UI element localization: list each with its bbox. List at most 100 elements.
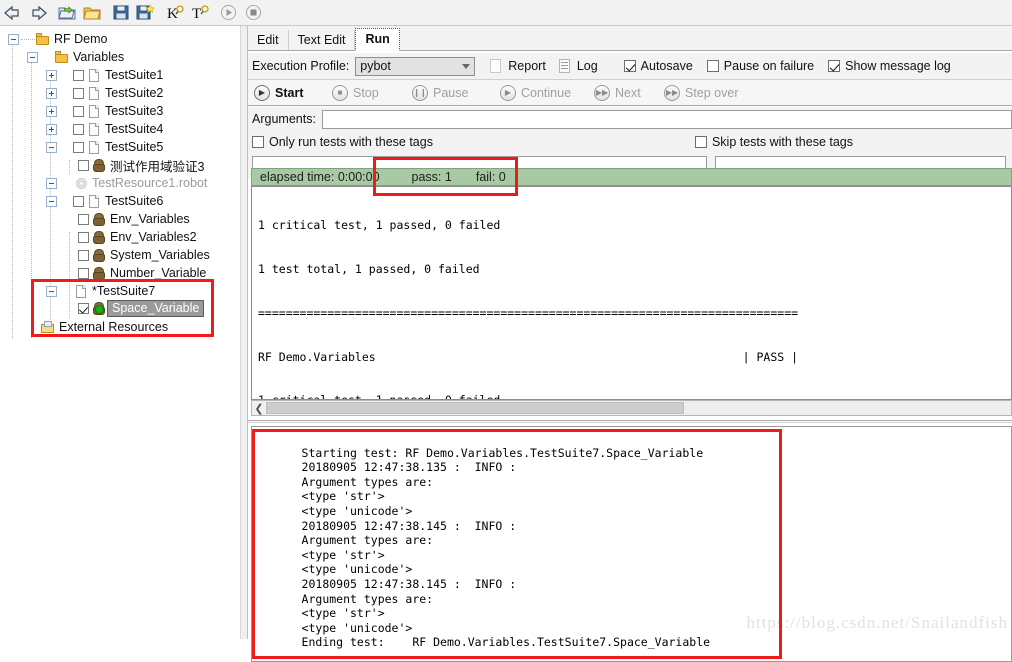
open-file-icon[interactable] [79,2,104,24]
tree-node-checkbox[interactable] [78,302,89,314]
search-tests-icon[interactable]: T [187,2,212,24]
tree-node-testsuite7[interactable]: *TestSuite7 [46,282,155,300]
console-line: RF Demo.Variables | PASS | [258,349,799,364]
expander-plus-icon[interactable] [46,123,57,135]
skip-tags-checkbox[interactable] [694,136,707,148]
tree-node-checkbox[interactable] [78,267,89,279]
tree-node-checkbox[interactable] [73,123,84,135]
tree-node-checkbox[interactable] [73,105,84,117]
console-horizontal-scrollbar[interactable]: ❮ [251,400,1012,416]
autosave-checkbox[interactable] [623,60,636,72]
expander-minus-icon[interactable] [46,195,57,207]
play-icon: ▶ [254,84,270,101]
forward-arrow-icon[interactable] [25,2,50,24]
message-log-line: Argument types are: [301,533,434,548]
scrollbar-thumb[interactable] [266,402,684,414]
tree-node-label: External Resources [59,320,169,334]
tree-node-system-variables[interactable]: System_Variables [78,246,210,264]
expander-plus-icon[interactable] [46,105,57,117]
panel-separator [248,420,1012,421]
tree-node-external-resources[interactable]: External Resources [38,318,168,336]
tree-node-checkbox[interactable] [78,213,89,225]
show-message-log-checkbox[interactable] [828,60,841,72]
tree-node-checkbox[interactable] [78,249,89,261]
tree-node-testsuite4[interactable]: TestSuite4 [46,120,163,138]
tree-node-checkbox[interactable] [78,231,89,243]
tab-text-edit[interactable]: Text Edit [289,30,356,50]
tree-node-env-variables2[interactable]: Env_Variables2 [78,228,197,246]
tree-node-testsuite5[interactable]: TestSuite5 [46,138,163,156]
tree-node-testsuite1[interactable]: TestSuite1 [46,66,163,84]
only-run-tags-checkbox[interactable] [252,136,264,148]
tree-node-label: Variables [73,50,125,64]
tree-node-checkbox[interactable] [73,195,84,207]
tree-node-checkbox[interactable] [78,159,89,171]
tree-guide [69,232,70,318]
tree-node-checkbox[interactable] [73,69,84,81]
tree-node-space-variable[interactable]: Space_Variable [78,299,205,317]
panel-divider[interactable] [240,26,248,639]
expander-minus-icon[interactable] [27,51,38,63]
project-tree-panel[interactable]: RF Demo Variables TestSuite1 TestSuite2 … [0,26,241,639]
expander-minus-icon[interactable] [8,33,19,45]
expander-plus-icon[interactable] [46,69,57,81]
back-arrow-icon[interactable] [0,2,25,24]
robot-icon [91,158,107,173]
next-button[interactable]: ▶▶ Next [594,84,664,101]
tree-node-checkbox[interactable] [73,141,84,153]
scroll-left-arrow-icon[interactable]: ❮ [252,402,266,415]
svg-text:T: T [192,6,201,22]
tree-node-label: TestSuite6 [105,194,164,208]
continue-button[interactable]: ▶ Continue [500,84,594,101]
tab-run[interactable]: Run [355,28,400,51]
pause-button[interactable]: ❙❙ Pause [412,84,500,101]
stop-square-icon: ■ [332,84,348,101]
tree-node-label: Number_Variable [110,266,207,280]
expander-minus-icon[interactable] [46,141,57,153]
tree-node-testsuite6[interactable]: TestSuite6 [46,192,163,210]
step-over-button[interactable]: ▶▶ Step over [664,84,739,101]
continue-play-icon: ▶ [500,84,516,101]
tree-node-rf-demo[interactable]: RF Demo [8,30,107,48]
run-output-console[interactable]: 1 critical test, 1 passed, 0 failed 1 te… [251,186,1012,400]
tree-node-testsuite2[interactable]: TestSuite2 [46,84,163,102]
tree-node-testresource1[interactable]: TestResource1.robot [46,174,207,192]
arguments-input[interactable] [321,109,1012,129]
expander-minus-icon[interactable] [46,285,57,297]
expander-minus-icon[interactable] [46,177,57,189]
stop-button[interactable]: ■ Stop [332,84,412,101]
continue-label: Continue [521,85,572,100]
stop-icon[interactable] [241,2,266,24]
tab-edit[interactable]: Edit [248,30,289,50]
pause-on-failure-checkbox[interactable] [706,60,719,72]
execution-profile-select[interactable]: pybot [355,56,476,76]
message-log-line: <type 'unicode'> [301,562,413,577]
tree-node-env-variables[interactable]: Env_Variables [78,210,190,228]
robot-icon [91,266,107,281]
file-icon [86,86,102,101]
tree-node-label: Env_Variables2 [110,230,197,244]
search-keyword-icon[interactable]: K [162,2,187,24]
tree-node-variables[interactable]: Variables [27,48,124,66]
tree-node-checkbox[interactable] [73,87,84,99]
execution-profile-value: pybot [360,59,391,73]
save-icon[interactable] [108,2,133,24]
tree-node-test-scope-3[interactable]: 测试作用域验证3 [78,156,204,174]
start-button[interactable]: ▶ Start [254,84,332,101]
expander-plus-icon[interactable] [46,87,57,99]
report-icon[interactable] [489,58,502,74]
tree-node-label: RF Demo [54,32,108,46]
save-all-icon[interactable] [133,2,158,24]
tree-node-number-variable[interactable]: Number_Variable [78,264,206,282]
log-icon[interactable] [558,58,571,74]
tree-node-label: System_Variables [110,248,210,262]
message-log-panel[interactable]: Starting test: RF Demo.Variables.TestSui… [251,426,1012,662]
report-label[interactable]: Report [508,59,546,73]
log-label[interactable]: Log [577,59,598,73]
run-icon[interactable] [216,2,241,24]
tree-node-testsuite3[interactable]: TestSuite3 [46,102,163,120]
open-directory-icon[interactable] [54,2,79,24]
ride-application-window: K T RF Demo Variables TestSuite1 TestSui… [0,0,1012,662]
fail-count-label: fail: 0 [475,170,506,184]
gear-icon [73,176,89,191]
